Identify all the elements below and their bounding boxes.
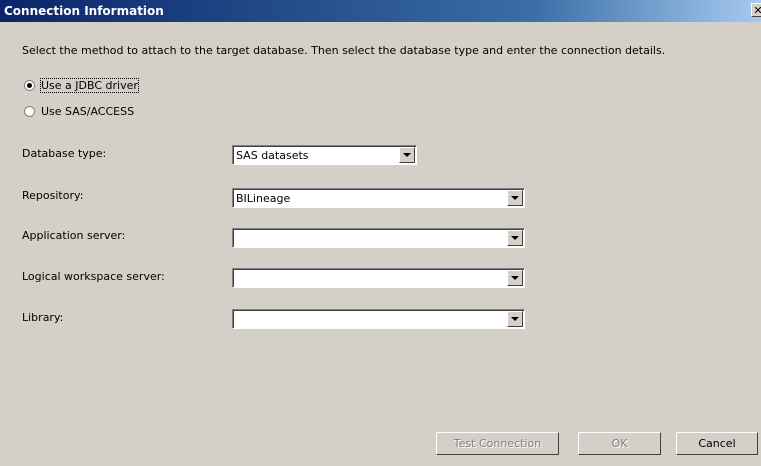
logical-workspace-server-label: Logical workspace server: bbox=[22, 270, 165, 283]
dropdown-arrow-icon[interactable] bbox=[507, 230, 523, 246]
radio-use-jdbc[interactable]: Use a JDBC driver bbox=[24, 78, 139, 93]
window-title: Connection Information bbox=[4, 4, 164, 18]
database-type-select[interactable]: SAS datasets bbox=[232, 145, 417, 165]
radio-button[interactable] bbox=[24, 106, 35, 117]
logical-workspace-server-select[interactable] bbox=[232, 268, 525, 288]
dropdown-arrow-icon[interactable] bbox=[399, 147, 415, 163]
library-label: Library: bbox=[22, 311, 64, 324]
radio-button[interactable] bbox=[24, 80, 35, 91]
radio-label: Use a JDBC driver bbox=[40, 78, 139, 93]
close-icon[interactable]: ✕ bbox=[751, 3, 761, 17]
application-server-label: Application server: bbox=[22, 229, 126, 242]
radio-label: Use SAS/ACCESS bbox=[41, 105, 135, 118]
ok-button[interactable]: OK bbox=[578, 432, 661, 455]
window-titlebar: Connection Information ✕ bbox=[0, 0, 761, 22]
database-type-label: Database type: bbox=[22, 147, 107, 160]
radio-use-sas-access[interactable]: Use SAS/ACCESS bbox=[24, 105, 134, 118]
repository-value: BILineage bbox=[236, 192, 291, 205]
database-type-value: SAS datasets bbox=[236, 149, 309, 162]
application-server-select[interactable] bbox=[232, 228, 525, 248]
instructions-text: Select the method to attach to the targe… bbox=[22, 44, 666, 57]
library-select[interactable] bbox=[232, 309, 525, 329]
dropdown-arrow-icon[interactable] bbox=[507, 270, 523, 286]
dropdown-arrow-icon[interactable] bbox=[507, 311, 523, 327]
repository-label: Repository: bbox=[22, 189, 84, 202]
repository-select[interactable]: BILineage bbox=[232, 188, 525, 208]
test-connection-button[interactable]: Test Connection bbox=[436, 432, 559, 455]
cancel-button[interactable]: Cancel bbox=[676, 432, 758, 455]
dropdown-arrow-icon[interactable] bbox=[507, 190, 523, 206]
